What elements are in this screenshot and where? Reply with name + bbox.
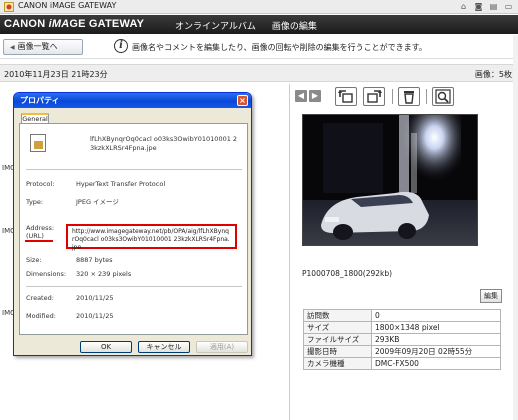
rotate-right-button[interactable] xyxy=(363,87,385,106)
properties-dialog: プロパティ × General lfLhXBynqrOq0cacl o03ks3… xyxy=(13,92,252,356)
info-key: カメラ機種 xyxy=(303,357,372,370)
table-row: ファイルサイズ 293KB xyxy=(303,333,501,346)
trash-icon xyxy=(404,91,414,104)
photo-preview[interactable] xyxy=(302,114,478,246)
table-row: カメラ機種 DMC-FX500 xyxy=(303,357,501,370)
photo-info-table: 訪問数 0 サイズ 1800×1348 pixel ファイルサイズ 293KB … xyxy=(303,309,501,370)
nav-online-album[interactable]: オンラインアルバム xyxy=(175,19,256,32)
back-to-list-button[interactable]: ◀ 画像一覧へ xyxy=(3,39,83,55)
info-value: 0 xyxy=(371,309,501,322)
toolbar-separator xyxy=(426,89,427,104)
zoom-button[interactable] xyxy=(432,87,454,106)
dialog-title: プロパティ xyxy=(20,96,60,105)
file-icon xyxy=(30,134,46,152)
edit-button[interactable]: 編集 xyxy=(480,289,502,303)
back-arrow-icon: ◀ xyxy=(10,44,15,51)
created-value: 2010/11/25 xyxy=(76,294,114,302)
home-icon[interactable]: ⌂ xyxy=(458,1,469,12)
protocol-value: HyperText Transfer Protocol xyxy=(76,180,166,188)
album-date: 2010年11月23日 21時23分 xyxy=(4,70,108,79)
divider xyxy=(26,286,242,287)
apply-button[interactable]: 適用(A) xyxy=(196,341,248,353)
info-key: 訪問数 xyxy=(303,309,372,322)
url-underline-marker xyxy=(25,240,53,242)
type-label: Type: xyxy=(26,198,44,206)
divider xyxy=(26,169,242,170)
image-count: 画像：5枚 xyxy=(474,70,512,79)
info-key: サイズ xyxy=(303,321,372,334)
info-key: 撮影日時 xyxy=(303,345,372,358)
table-row: 撮影日時 2009年09月20日 02時55分 xyxy=(303,345,501,358)
url-label: (URL) xyxy=(26,232,44,240)
info-key: ファイルサイズ xyxy=(303,333,372,346)
type-value: JPEG イメージ xyxy=(76,198,119,206)
cancel-button[interactable]: キャンセル xyxy=(138,341,190,353)
night-car-photo xyxy=(303,115,477,245)
date-bar: 2010年11月23日 21時23分 画像：5枚 xyxy=(0,64,518,82)
protocol-label: Protocol: xyxy=(26,180,55,188)
info-value: 293KB xyxy=(371,333,501,346)
file-name-text: lfLhXBynqrOq0cacl o03ks3OwibY01010001 23… xyxy=(90,135,238,152)
back-to-list-label: 画像一覧へ xyxy=(17,42,58,51)
created-label: Created: xyxy=(26,294,54,302)
address-url-value: http://www.imagegateway.net/pb/OPA/aig/l… xyxy=(72,228,230,251)
canon-image-gateway-logo[interactable]: CANON iMAGE GATEWAY xyxy=(4,18,144,30)
address-url-highlight[interactable]: http://www.imagegateway.net/pb/OPA/aig/l… xyxy=(66,224,237,251)
close-icon[interactable]: × xyxy=(237,95,248,106)
ok-button[interactable]: OK xyxy=(80,341,132,353)
page-icon[interactable]: ▭ xyxy=(503,1,514,12)
page-favicon-icon xyxy=(4,2,14,12)
site-breadcrumb: オンラインアルバム 画像の編集 xyxy=(175,19,317,32)
info-value: 1800×1348 pixel xyxy=(371,321,501,334)
general-tab-panel: lfLhXBynqrOq0cacl o03ks3OwibY01010001 23… xyxy=(19,123,248,335)
size-label: Size: xyxy=(26,256,42,264)
address-label: Address: xyxy=(26,224,55,232)
instruction-text: 画像名やコメントを編集したり、画像の回転や削除の編集を行うことができます。 xyxy=(132,43,427,52)
browser-toolbar: CANON iMAGE GATEWAY ⌂ ◙ ▤ ▭ xyxy=(0,0,518,14)
browser-tab-title: CANON iMAGE GATEWAY xyxy=(18,1,117,10)
toolbar-separator xyxy=(392,89,393,104)
next-arrow-icon[interactable]: ▶ xyxy=(309,90,321,102)
modified-label: Modified: xyxy=(26,312,56,320)
rotate-left-icon xyxy=(338,90,353,103)
info-value: 2009年09月20日 02時55分 xyxy=(371,345,501,358)
info-value: DMC-FX500 xyxy=(371,357,501,370)
rotate-left-button[interactable] xyxy=(335,87,357,106)
info-bar: ◀ 画像一覧へ i 画像名やコメントを編集したり、画像の回転や削除の編集を行うこと… xyxy=(0,35,518,59)
info-icon: i xyxy=(114,39,128,53)
dialog-titlebar[interactable]: プロパティ × xyxy=(14,93,251,108)
table-row: サイズ 1800×1348 pixel xyxy=(303,321,501,334)
browser-command-icons: ⌂ ◙ ▤ ▭ xyxy=(458,1,514,12)
modified-value: 2010/11/25 xyxy=(76,312,114,320)
image-nav: ◀ ▶ xyxy=(295,90,321,102)
prev-arrow-icon[interactable]: ◀ xyxy=(295,90,307,102)
feed-icon[interactable]: ◙ xyxy=(473,1,484,12)
site-header: CANON iMAGE GATEWAY オンラインアルバム 画像の編集 xyxy=(0,15,518,34)
page-scrollbar[interactable] xyxy=(513,35,518,420)
dimensions-value: 320 × 239 pixels xyxy=(76,270,132,278)
print-icon[interactable]: ▤ xyxy=(488,1,499,12)
delete-button[interactable] xyxy=(398,87,420,106)
dimensions-label: Dimensions: xyxy=(26,270,67,278)
zoom-icon xyxy=(435,89,451,104)
nav-image-edit: 画像の編集 xyxy=(271,22,317,32)
image-detail-panel: ◀ ▶ P1000708_1800(292kb) 編集 訪問数 0 サイズ 18… xyxy=(291,84,518,420)
size-value: 8887 bytes xyxy=(76,256,113,264)
rotate-right-icon xyxy=(367,90,382,103)
table-row: 訪問数 0 xyxy=(303,309,501,322)
photo-filename: P1000708_1800(292kb) xyxy=(302,269,393,278)
panel-divider xyxy=(289,84,290,420)
